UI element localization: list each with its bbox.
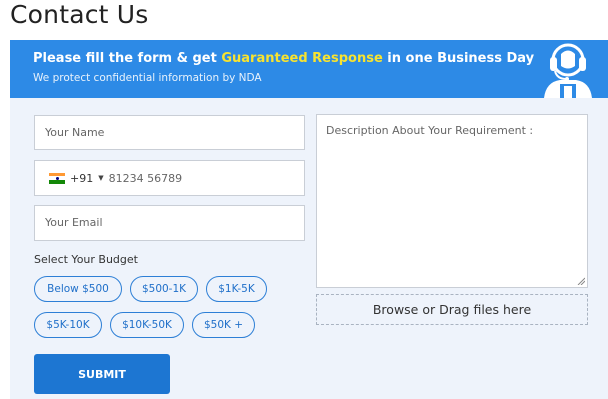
budget-option-5k-10k[interactable]: $5K-10K xyxy=(34,312,102,338)
banner-headline-suffix: in one Business Day xyxy=(382,51,535,66)
headset-support-icon xyxy=(544,43,592,98)
page-title: Contact Us xyxy=(10,0,149,29)
budget-option-50k-plus[interactable]: $50K + xyxy=(192,312,255,338)
banner-subtext: We protect confidential information by N… xyxy=(33,72,262,84)
email-input[interactable] xyxy=(35,206,304,239)
phone-field[interactable]: +91 ▼ 81234 56789 xyxy=(34,160,305,196)
email-field[interactable] xyxy=(34,205,305,241)
budget-option-10k-50k[interactable]: $10K-50K xyxy=(110,312,184,338)
name-input[interactable] xyxy=(35,116,304,149)
budget-option-1k-5k[interactable]: $1K-5K xyxy=(206,276,267,302)
name-field[interactable] xyxy=(34,115,305,150)
banner-headline-prefix: Please fill the form & get xyxy=(33,51,222,66)
india-flag-icon[interactable] xyxy=(49,172,65,184)
phone-input-group[interactable]: +91 ▼ 81234 56789 xyxy=(49,161,182,195)
banner-highlight: Guaranteed Response xyxy=(221,51,383,66)
description-field[interactable] xyxy=(316,114,588,288)
budget-option-below-500[interactable]: Below $500 xyxy=(34,276,122,302)
dial-code[interactable]: +91 xyxy=(70,172,93,185)
banner-headline: Please fill the form & get Guaranteed Re… xyxy=(33,51,534,66)
caret-down-icon[interactable]: ▼ xyxy=(98,174,103,182)
phone-input[interactable]: 81234 56789 xyxy=(109,172,182,185)
description-textarea[interactable] xyxy=(317,115,587,287)
submit-button[interactable]: SUBMIT xyxy=(34,354,170,394)
budget-option-500-1k[interactable]: $500-1K xyxy=(130,276,198,302)
form-banner: Please fill the form & get Guaranteed Re… xyxy=(10,40,608,98)
contact-form: +91 ▼ 81234 56789 Select Your Budget Bel… xyxy=(10,98,608,399)
file-upload-dropzone[interactable]: Browse or Drag files here xyxy=(316,294,588,325)
budget-label: Select Your Budget xyxy=(34,253,138,266)
resize-grip-icon[interactable] xyxy=(577,277,585,285)
